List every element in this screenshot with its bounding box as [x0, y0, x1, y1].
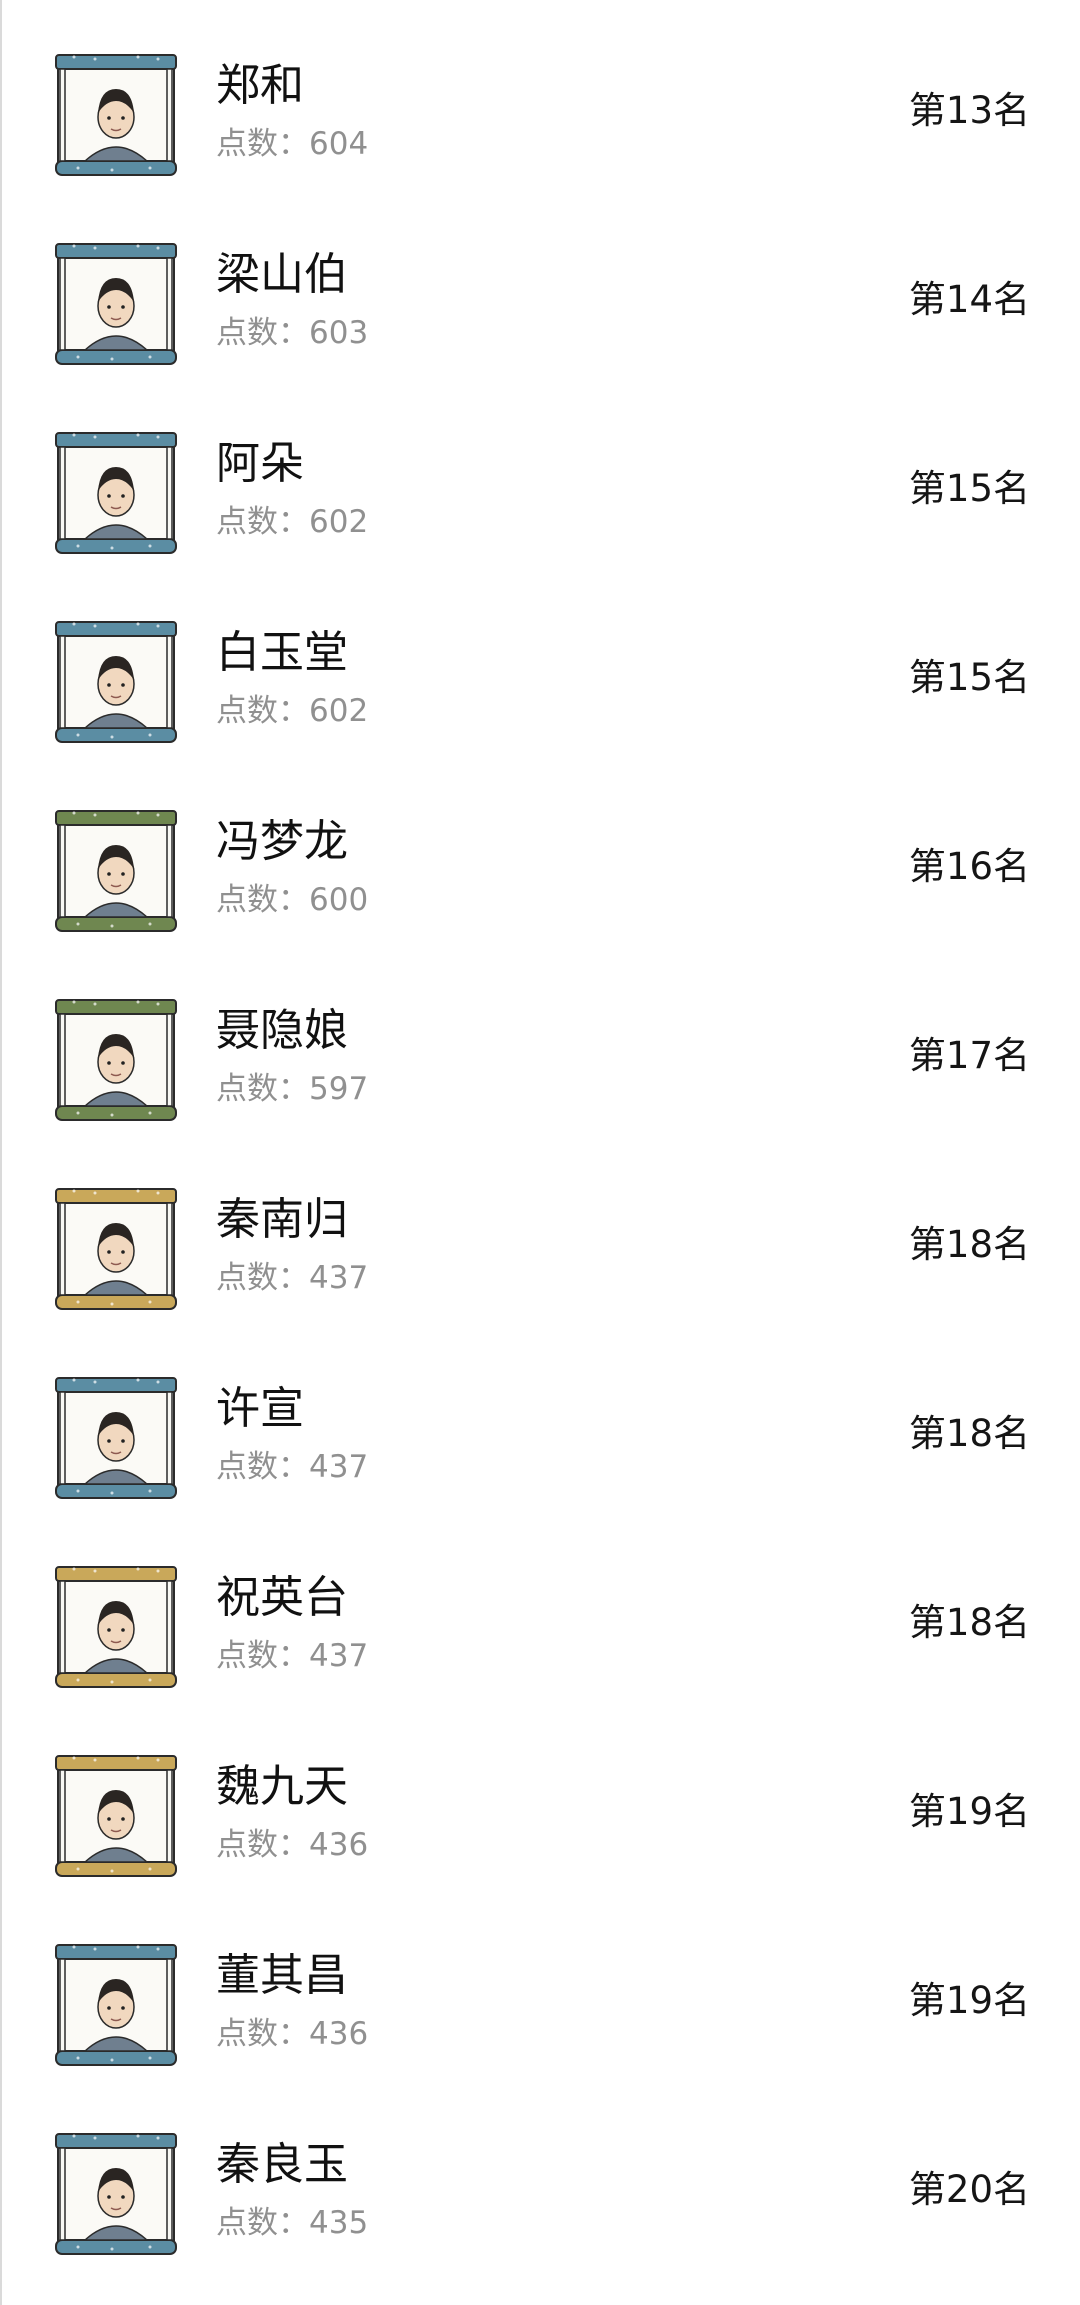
character-score: 点数：436: [216, 2016, 369, 2052]
character-score: 点数：435: [216, 2205, 369, 2241]
character-name: 白玉堂: [216, 627, 348, 678]
character-rank: 第19名: [908, 1790, 1030, 1833]
character-name: 聂隐娘: [216, 1005, 348, 1056]
ranking-row[interactable]: 阿朵 点数：602 第15名: [2, 378, 1080, 567]
portrait-feng-menglong-icon: [50, 805, 182, 937]
ranking-row[interactable]: 秦南归 点数：437 第18名: [2, 1134, 1080, 1323]
portrait-dong-qichang-icon: [50, 1939, 182, 2071]
character-score: 点数：600: [216, 882, 369, 918]
character-name: 郑和: [216, 60, 304, 111]
ranking-row[interactable]: 郑和 点数：604 第13名: [2, 0, 1080, 189]
character-name: 梁山伯: [216, 249, 348, 300]
portrait-qin-liangyu-icon: [50, 2128, 182, 2260]
character-score: 点数：602: [216, 504, 369, 540]
character-score: 点数：604: [216, 126, 369, 162]
character-name: 冯梦龙: [216, 816, 348, 867]
ranking-row[interactable]: 冯梦龙 点数：600 第16名: [2, 756, 1080, 945]
ranking-row[interactable]: 白玉堂 点数：602 第15名: [2, 567, 1080, 756]
portrait-wei-jiutian-icon: [50, 1750, 182, 1882]
character-rank: 第19名: [908, 1979, 1030, 2022]
character-rank: 第18名: [908, 1412, 1030, 1455]
character-rank: 第14名: [908, 278, 1030, 321]
character-rank: 第15名: [908, 467, 1030, 510]
character-rank: 第20名: [908, 2168, 1030, 2211]
character-name: 阿朵: [216, 438, 304, 489]
character-score: 点数：603: [216, 315, 369, 351]
character-score: 点数：437: [216, 1638, 369, 1674]
portrait-liang-shanbo-icon: [50, 238, 182, 370]
character-rank: 第13名: [908, 89, 1030, 132]
character-score: 点数：597: [216, 1071, 369, 1107]
ranking-page: 郑和 点数：604 第13名 梁山伯 点数：603 第14名 阿朵 点数：602…: [0, 0, 1080, 2305]
character-rank: 第16名: [908, 845, 1030, 888]
ranking-row[interactable]: 祝英台 点数：437 第18名: [2, 1512, 1080, 1701]
character-rank: 第17名: [908, 1034, 1030, 1077]
portrait-a-duo-icon: [50, 427, 182, 559]
portrait-qin-nangui-icon: [50, 1183, 182, 1315]
character-name: 秦良玉: [216, 2139, 348, 2190]
ranking-list: 郑和 点数：604 第13名 梁山伯 点数：603 第14名 阿朵 点数：602…: [2, 0, 1080, 2268]
ranking-row[interactable]: 聂隐娘 点数：597 第17名: [2, 945, 1080, 1134]
character-score: 点数：437: [216, 1449, 369, 1485]
ranking-row[interactable]: 董其昌 点数：436 第19名: [2, 1890, 1080, 2079]
character-rank: 第18名: [908, 1223, 1030, 1266]
character-rank: 第18名: [908, 1601, 1030, 1644]
ranking-row[interactable]: 许宣 点数：437 第18名: [2, 1323, 1080, 1512]
character-score: 点数：602: [216, 693, 369, 729]
portrait-nie-yinniang-icon: [50, 994, 182, 1126]
portrait-zheng-he-icon: [50, 49, 182, 181]
character-score: 点数：436: [216, 1827, 369, 1863]
character-name: 董其昌: [216, 1950, 348, 2001]
ranking-row[interactable]: 魏九天 点数：436 第19名: [2, 1701, 1080, 1890]
portrait-zhu-yingtai-icon: [50, 1561, 182, 1693]
character-name: 魏九天: [216, 1761, 348, 1812]
character-score: 点数：437: [216, 1260, 369, 1296]
ranking-row[interactable]: 梁山伯 点数：603 第14名: [2, 189, 1080, 378]
portrait-xu-xuan-icon: [50, 1372, 182, 1504]
character-name: 祝英台: [216, 1572, 348, 1623]
portrait-bai-yutang-icon: [50, 616, 182, 748]
character-rank: 第15名: [908, 656, 1030, 699]
character-name: 许宣: [216, 1383, 304, 1434]
ranking-row[interactable]: 秦良玉 点数：435 第20名: [2, 2079, 1080, 2268]
character-name: 秦南归: [216, 1194, 348, 1245]
